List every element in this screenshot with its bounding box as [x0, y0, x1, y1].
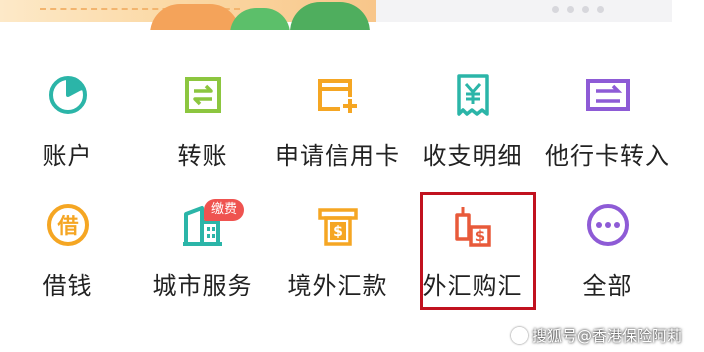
watermark-text: 搜狐号@香港保险阿莉 — [531, 327, 682, 345]
transfer-icon — [176, 68, 230, 122]
credit-card-add-icon — [311, 68, 365, 122]
service-label: 账户 — [42, 142, 93, 170]
service-grid: 账户 转账 申请信用卡 收支明细 他行卡转入 借 借钱 城市服务 $ 境外汇款 … — [0, 46, 704, 306]
promo-banner[interactable] — [0, 0, 704, 30]
overseas-remit-icon: $ — [311, 198, 365, 252]
svg-text:借: 借 — [56, 214, 78, 238]
service-label: 借钱 — [42, 272, 93, 300]
banner-illustration — [0, 0, 376, 30]
carousel-dot — [597, 6, 604, 13]
carousel-indicator — [552, 6, 604, 13]
pie-chart-icon — [41, 68, 95, 122]
service-item-statement[interactable]: 收支明细 — [405, 46, 540, 176]
service-item-city-services[interactable]: 城市服务 — [135, 176, 270, 306]
service-label: 境外汇款 — [287, 272, 388, 300]
service-item-other-card-in[interactable]: 他行卡转入 — [540, 46, 675, 176]
borrow-coin-icon: 借 — [41, 198, 95, 252]
more-dots-icon — [581, 198, 635, 252]
carousel-dot — [552, 6, 559, 13]
service-label: 转账 — [177, 142, 228, 170]
highlight-box — [420, 192, 536, 310]
receipt-yuan-icon — [446, 68, 500, 122]
card-transfer-in-icon — [581, 68, 635, 122]
service-row: 借 借钱 城市服务 $ 境外汇款 $ 外汇购汇 全部 — [0, 176, 704, 306]
payment-badge: 缴费 — [204, 199, 245, 221]
banner-side-panel — [376, 0, 672, 22]
service-row: 账户 转账 申请信用卡 收支明细 他行卡转入 — [0, 46, 704, 176]
service-item-account[interactable]: 账户 — [0, 46, 135, 176]
service-item-transfer[interactable]: 转账 — [135, 46, 270, 176]
service-label: 城市服务 — [152, 272, 253, 300]
banner-shape — [230, 8, 290, 30]
carousel-dot — [582, 6, 589, 13]
service-label: 全部 — [582, 272, 633, 300]
svg-text:$: $ — [333, 224, 343, 240]
service-item-all[interactable]: 全部 — [540, 176, 675, 306]
banner-shape — [290, 2, 370, 30]
sohu-logo-icon — [510, 327, 528, 344]
service-item-apply-credit-card[interactable]: 申请信用卡 — [270, 46, 405, 176]
service-label: 收支明细 — [422, 142, 523, 170]
watermark: 搜狐号@香港保险阿莉 — [510, 325, 682, 346]
service-label: 申请信用卡 — [275, 142, 400, 170]
service-item-borrow[interactable]: 借 借钱 — [0, 176, 135, 306]
service-item-overseas-remittance[interactable]: $ 境外汇款 — [270, 176, 405, 306]
service-label: 他行卡转入 — [545, 142, 670, 170]
carousel-dot — [567, 6, 574, 13]
